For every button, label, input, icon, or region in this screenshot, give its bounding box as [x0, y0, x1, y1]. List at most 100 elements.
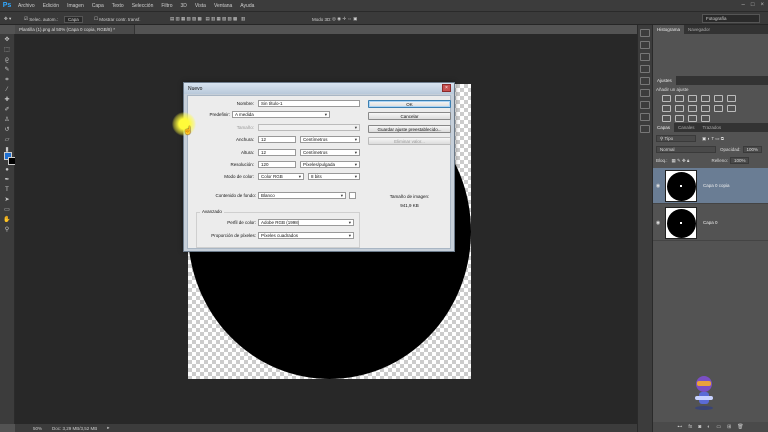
layer-row[interactable]: ◉ Capa 0: [653, 205, 768, 241]
properties-panel-icon[interactable]: [640, 41, 650, 49]
exposure-icon[interactable]: [701, 95, 710, 102]
color-lookup-icon[interactable]: [714, 105, 723, 112]
save-preset-button[interactable]: Guardar ajuste preestablecido...: [368, 125, 451, 133]
color-balance-icon[interactable]: [662, 105, 671, 112]
width-input[interactable]: 12: [258, 136, 296, 143]
paragraph-panel-icon[interactable]: [640, 89, 650, 97]
fill-field[interactable]: 100%: [729, 157, 750, 164]
dialog-title-bar[interactable]: Nuevo: [184, 83, 454, 94]
menu-edicion[interactable]: Edición: [39, 3, 63, 9]
menu-ventana[interactable]: Ventana: [210, 3, 236, 9]
invert-icon[interactable]: [727, 105, 736, 112]
status-arrow-icon[interactable]: ▸: [107, 425, 109, 431]
maximize-button[interactable]: □: [751, 2, 755, 8]
tab-canales[interactable]: Canales: [674, 125, 699, 130]
layer-row[interactable]: ◉ Capa 0 copia: [653, 168, 768, 204]
path-select-tool-icon[interactable]: ➤: [2, 196, 13, 204]
mask-icon[interactable]: ◙: [698, 424, 701, 430]
info-panel-icon[interactable]: [640, 53, 650, 61]
type-tool-icon[interactable]: T: [2, 186, 13, 194]
filter-icons[interactable]: ▣ ◐ T ▭ ⧉: [702, 136, 724, 142]
resolution-input[interactable]: 120: [258, 161, 296, 168]
minimize-button[interactable]: –: [742, 2, 745, 8]
close-window-button[interactable]: ×: [760, 2, 764, 8]
visibility-eye-icon[interactable]: ◉: [653, 220, 663, 226]
layer-name[interactable]: Capa 0: [703, 220, 718, 225]
tab-ajustes[interactable]: Ajustes: [653, 76, 676, 85]
posterize-icon[interactable]: [662, 115, 671, 122]
resolution-unit-select[interactable]: Píxeles/pulgada: [300, 161, 360, 168]
swatches-panel-icon[interactable]: [640, 65, 650, 73]
stamp-tool-icon[interactable]: ♙: [2, 116, 13, 124]
auto-select-dropdown[interactable]: Capa: [64, 15, 83, 23]
curves-icon[interactable]: [688, 95, 697, 102]
ok-button[interactable]: OK: [368, 100, 451, 108]
zoom-level[interactable]: 50%: [33, 426, 42, 431]
menu-archivo[interactable]: Archivo: [14, 3, 39, 9]
menu-imagen[interactable]: Imagen: [63, 3, 88, 9]
workspace-select[interactable]: Fotografía: [702, 14, 760, 23]
name-input[interactable]: Sin título-1: [258, 100, 360, 107]
eyedropper-tool-icon[interactable]: ⁄: [2, 86, 13, 94]
preset-select[interactable]: A medida: [232, 111, 330, 118]
blend-mode-select[interactable]: Normal: [656, 146, 716, 153]
quick-select-tool-icon[interactable]: ✎: [2, 66, 13, 74]
show-transform-checkbox[interactable]: ☐ Mostrar contr. transf.: [94, 15, 141, 23]
tab-trazados[interactable]: Trazados: [699, 125, 726, 130]
menu-vista[interactable]: Vista: [191, 3, 210, 9]
background-color-swatch[interactable]: [349, 192, 356, 199]
opacity-field[interactable]: 100%: [742, 146, 763, 153]
hue-saturation-icon[interactable]: [727, 95, 736, 102]
tab-capas[interactable]: Capas: [653, 123, 675, 132]
adjustment-icon[interactable]: ◐: [707, 424, 710, 430]
marquee-tool-icon[interactable]: ⬚: [2, 46, 13, 54]
pixel-aspect-select[interactable]: Píxeles cuadrados: [258, 232, 354, 239]
move-tool-icon[interactable]: ✥ ▾: [4, 15, 11, 23]
history-brush-tool-icon[interactable]: ↺: [2, 126, 13, 134]
threshold-icon[interactable]: [675, 115, 684, 122]
healing-tool-icon[interactable]: ✚: [2, 96, 13, 104]
width-unit-select[interactable]: Centímetros: [300, 136, 360, 143]
channel-mixer-icon[interactable]: [701, 105, 710, 112]
selective-color-icon[interactable]: [701, 115, 710, 122]
fx-icon[interactable]: fx: [688, 424, 692, 430]
menu-seleccion[interactable]: Selección: [128, 3, 158, 9]
pen-tool-icon[interactable]: ✒: [2, 176, 13, 184]
photo-filter-icon[interactable]: [688, 105, 697, 112]
cancel-button[interactable]: Cancelar: [368, 112, 451, 120]
shape-tool-icon[interactable]: ▭: [2, 206, 13, 214]
brush-panel-icon[interactable]: [640, 101, 650, 109]
layer-kind-filter[interactable]: ⚲ Tipo: [656, 135, 696, 142]
tab-histograma[interactable]: Histograma: [653, 25, 685, 34]
character-panel-icon[interactable]: [640, 77, 650, 85]
color-profile-select[interactable]: Adobe RGB (1998): [258, 219, 354, 226]
link-icon[interactable]: ⊷: [677, 424, 682, 430]
tab-navegador[interactable]: Navegador: [684, 27, 714, 32]
actions-panel-icon[interactable]: [640, 125, 650, 133]
brightness-icon[interactable]: [662, 95, 671, 102]
dodge-tool-icon[interactable]: ●: [2, 166, 13, 174]
color-mode-select[interactable]: Color RGB: [258, 173, 304, 180]
black-white-icon[interactable]: [675, 105, 684, 112]
levels-icon[interactable]: [675, 95, 684, 102]
brush-tool-icon[interactable]: ✐: [2, 106, 13, 114]
menu-ayuda[interactable]: Ayuda: [236, 3, 258, 9]
zoom-tool-icon[interactable]: ⚲: [2, 226, 13, 234]
lock-icons[interactable]: ▦ ✎ ✥ 🔒︎: [672, 158, 690, 164]
trash-icon[interactable]: 🗑︎: [737, 424, 743, 430]
visibility-eye-icon[interactable]: ◉: [653, 183, 663, 189]
background-select[interactable]: Blanco: [258, 192, 346, 199]
new-layer-icon[interactable]: ⊞: [727, 424, 731, 430]
menu-3d[interactable]: 3D: [177, 3, 191, 9]
hand-tool-icon[interactable]: ✋: [2, 216, 13, 224]
auto-select-checkbox[interactable]: ☑ Selec. autom.:: [24, 15, 58, 23]
layer-name[interactable]: Capa 0 copia: [703, 183, 730, 188]
menu-filtro[interactable]: Filtro: [157, 3, 176, 9]
tool-presets-panel-icon[interactable]: [640, 113, 650, 121]
gradient-map-icon[interactable]: [688, 115, 697, 122]
move-tool-icon[interactable]: ✥: [2, 36, 13, 44]
vibrance-icon[interactable]: [714, 95, 723, 102]
history-panel-icon[interactable]: [640, 29, 650, 37]
menu-texto[interactable]: Texto: [108, 3, 128, 9]
align-icons[interactable]: ▤ ▥ ▦ ▧ ▨ ▩ ▤ ▥ ▦ ▧ ▨ ▩ ▥: [170, 15, 245, 23]
